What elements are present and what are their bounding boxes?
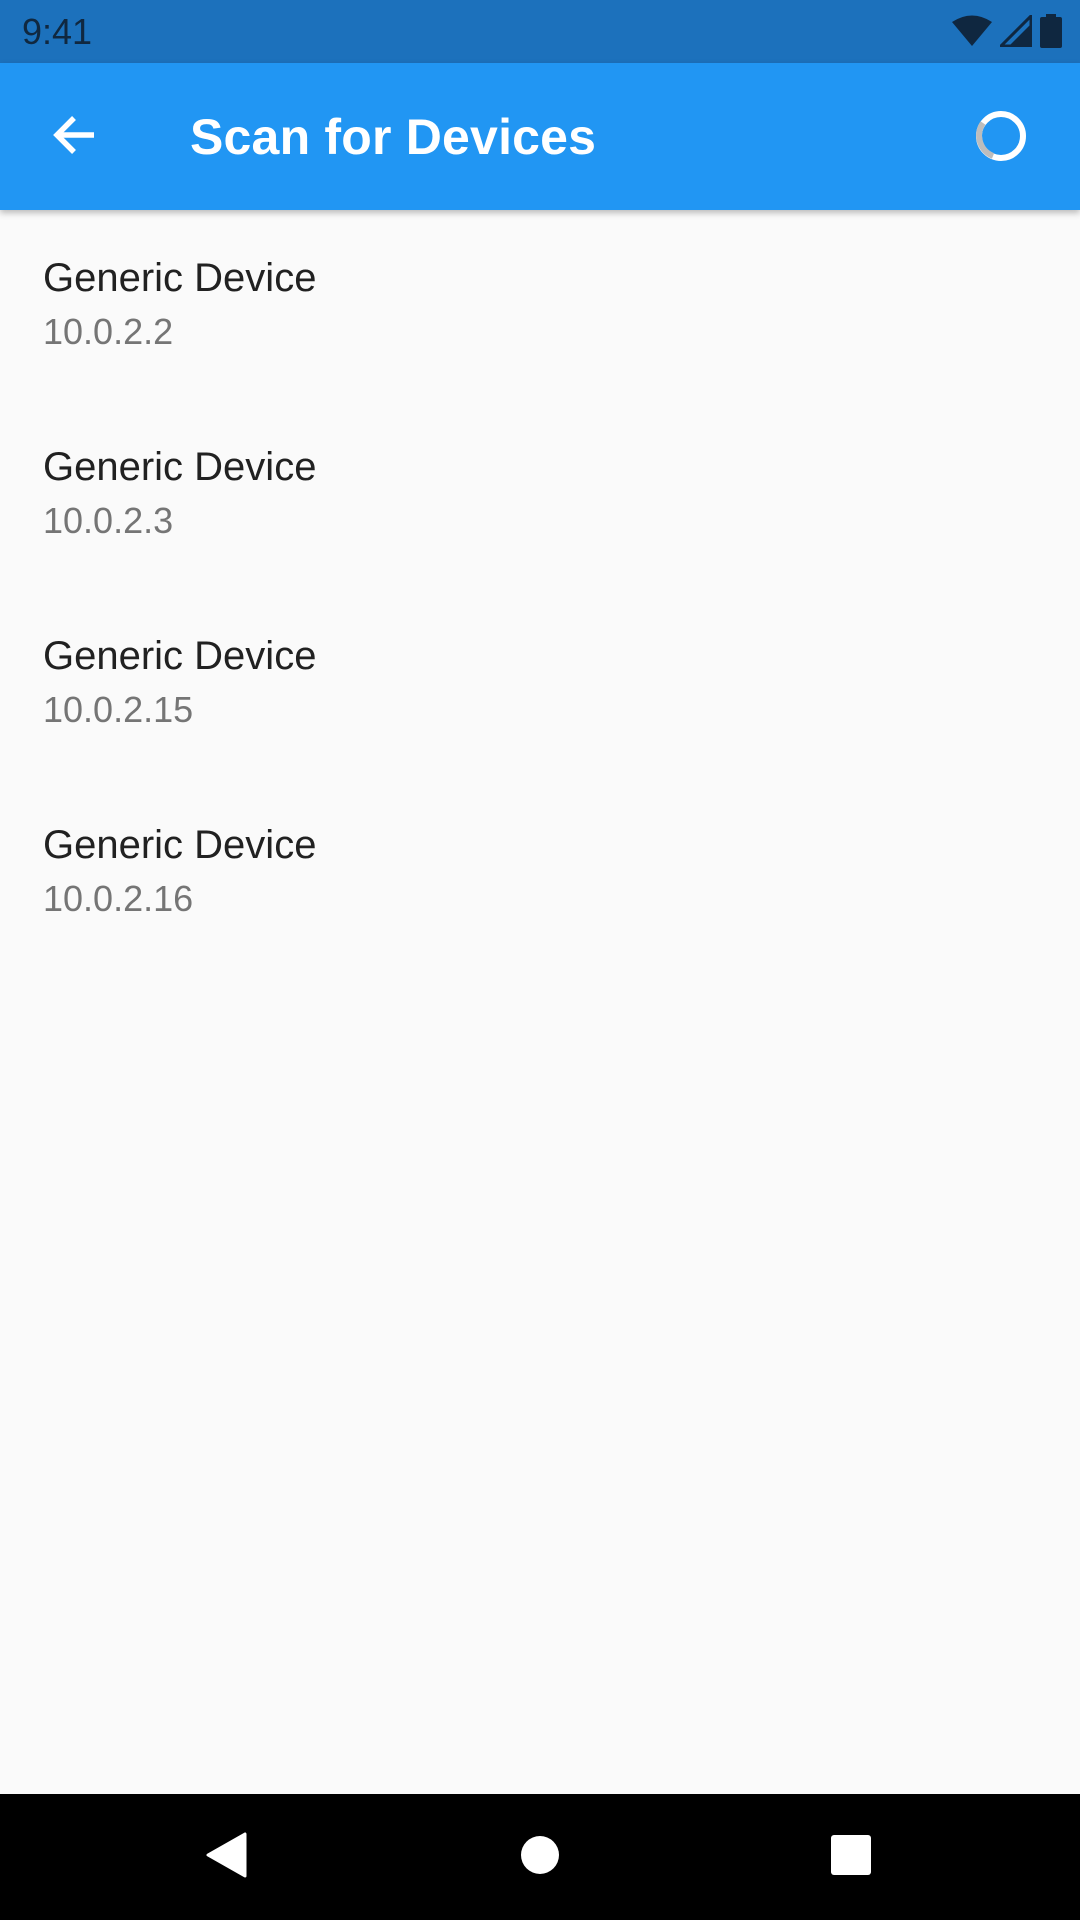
device-name: Generic Device xyxy=(43,823,317,867)
device-address: 10.0.2.3 xyxy=(43,500,174,541)
device-name: Generic Device xyxy=(43,634,317,678)
status-bar: 9:41 xyxy=(0,0,1080,63)
cell-signal-icon xyxy=(1000,15,1032,47)
status-time: 9:41 xyxy=(22,11,93,52)
nav-back-icon xyxy=(205,1831,249,1884)
app-bar: Scan for Devices xyxy=(0,63,1080,210)
device-address: 10.0.2.2 xyxy=(43,311,174,352)
nav-back-button[interactable] xyxy=(187,1817,267,1897)
progress-spinner-icon xyxy=(970,105,1032,167)
device-list-item[interactable]: Generic Device 10.0.2.2 xyxy=(0,210,1080,399)
arrow-back-icon xyxy=(50,111,98,164)
screen: 9:41 Scan for Devices Generic Device 10.… xyxy=(0,0,1080,1920)
device-address: 10.0.2.15 xyxy=(43,689,194,730)
navigation-bar xyxy=(0,1794,1080,1920)
nav-home-button[interactable] xyxy=(500,1817,580,1897)
wifi-icon xyxy=(952,15,992,47)
device-list-item[interactable]: Generic Device 10.0.2.16 xyxy=(0,777,1080,966)
device-list-item[interactable]: Generic Device 10.0.2.3 xyxy=(0,399,1080,588)
nav-recents-button[interactable] xyxy=(811,1817,891,1897)
battery-icon xyxy=(1040,14,1062,48)
device-name: Generic Device xyxy=(43,445,317,489)
device-name: Generic Device xyxy=(43,256,317,300)
nav-recents-icon xyxy=(830,1834,872,1881)
page-title: Scan for Devices xyxy=(190,109,597,165)
device-list: Generic Device 10.0.2.2 Generic Device 1… xyxy=(0,210,1080,966)
device-list-item[interactable]: Generic Device 10.0.2.15 xyxy=(0,588,1080,777)
back-button[interactable] xyxy=(36,99,112,175)
nav-home-icon xyxy=(519,1834,561,1881)
device-address: 10.0.2.16 xyxy=(43,878,194,919)
status-icons xyxy=(952,14,1062,48)
